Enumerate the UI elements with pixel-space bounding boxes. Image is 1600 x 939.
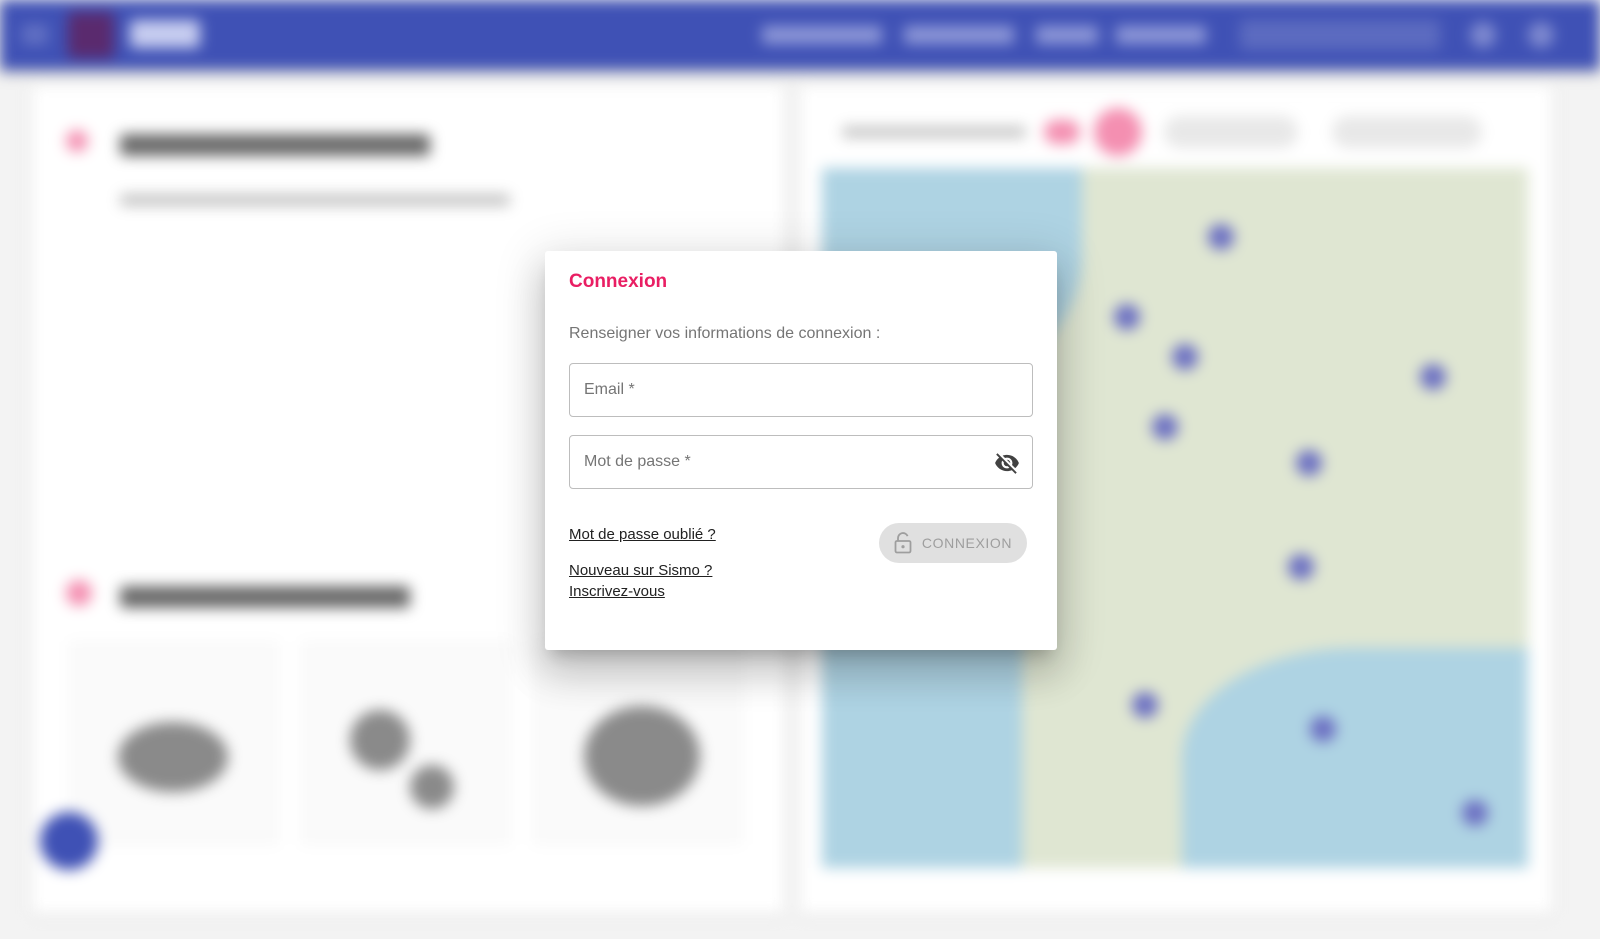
dialog-title: Connexion	[569, 271, 668, 292]
map-marker	[1114, 304, 1140, 330]
map-marker	[1310, 716, 1336, 742]
filter-chip	[1332, 116, 1482, 148]
menu-icon	[22, 22, 48, 48]
map-marker	[1462, 800, 1488, 826]
login-button-label: CONNEXION	[921, 535, 1013, 551]
nav-item	[1116, 26, 1206, 44]
app-header	[0, 0, 1600, 70]
login-button[interactable]: CONNEXION	[879, 523, 1027, 563]
map-marker	[1172, 344, 1198, 370]
nav-item	[904, 26, 1014, 44]
map-marker	[1152, 414, 1178, 440]
filter-toggle	[1044, 120, 1080, 144]
map-marker	[1288, 554, 1314, 580]
filter-chip	[1164, 116, 1298, 148]
lock-open-icon	[894, 532, 912, 554]
section-icon	[66, 580, 92, 606]
floating-action-button	[40, 812, 98, 870]
app-brand	[130, 20, 200, 48]
section-text	[120, 194, 510, 206]
section-icon	[66, 130, 88, 152]
filter-label	[842, 126, 1026, 138]
forgot-password-link[interactable]: Mot de passe oublié ?	[569, 524, 716, 545]
nav-item	[762, 26, 882, 44]
thumbnail-shape	[410, 765, 454, 809]
visibility-off-icon[interactable]	[994, 450, 1020, 476]
app-logo	[68, 12, 114, 58]
filter-toggle-knob	[1094, 108, 1142, 156]
section-heading	[120, 134, 430, 156]
map-marker	[1420, 364, 1446, 390]
new-user-link[interactable]: Nouveau sur Sismo ?	[569, 560, 712, 581]
thumbnail-shape	[118, 722, 228, 792]
section-heading	[120, 586, 410, 608]
password-field[interactable]	[569, 435, 1033, 489]
map-marker	[1208, 224, 1234, 250]
email-input[interactable]	[584, 364, 984, 416]
nav-item	[1036, 26, 1098, 44]
password-input[interactable]	[584, 436, 984, 488]
map-marker	[1132, 692, 1158, 718]
header-search	[1240, 20, 1440, 50]
thumbnail-shape	[584, 706, 700, 806]
login-dialog: Connexion Renseigner vos informations de…	[545, 251, 1057, 650]
map-marker	[1296, 450, 1322, 476]
dialog-subtitle: Renseigner vos informations de connexion…	[569, 325, 881, 342]
email-field[interactable]	[569, 363, 1033, 417]
header-icon	[1528, 22, 1554, 48]
signup-link[interactable]: Inscrivez-vous	[569, 581, 665, 602]
thumbnail-shape	[350, 710, 410, 770]
header-icon	[1470, 22, 1496, 48]
